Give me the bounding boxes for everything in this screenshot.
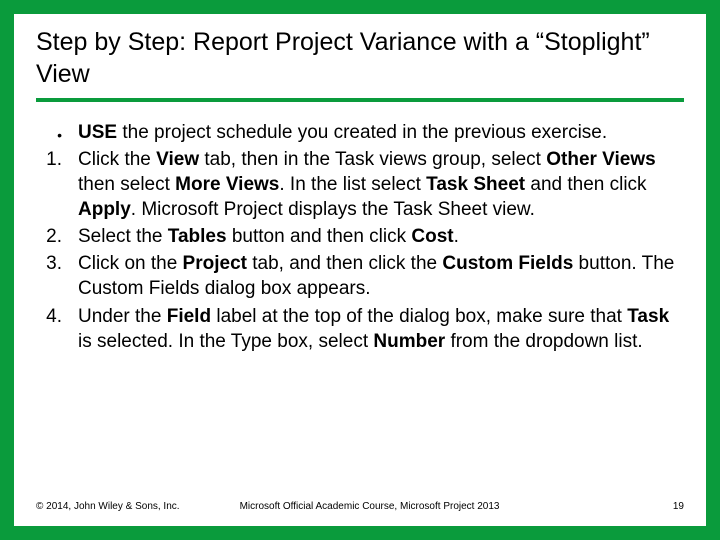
number-marker: 4. (36, 304, 62, 354)
slide-body: • USE the project schedule you created i… (36, 102, 684, 493)
bullet-marker: • (36, 120, 62, 145)
footer-course: Microsoft Official Academic Course, Micr… (240, 501, 673, 512)
number-marker: 1. (36, 147, 62, 222)
number-marker: 3. (36, 251, 62, 301)
list-item-text: Select the Tables button and then click … (62, 224, 684, 249)
slide-footer: © 2014, John Wiley & Sons, Inc. Microsof… (36, 493, 684, 516)
list-item-text: Under the Field label at the top of the … (62, 304, 684, 354)
footer-page-number: 19 (673, 501, 684, 512)
list-item-text: USE the project schedule you created in … (62, 120, 684, 145)
list-item: • USE the project schedule you created i… (36, 120, 684, 145)
list-item: 4. Under the Field label at the top of t… (36, 304, 684, 354)
list-item: 3. Click on the Project tab, and then cl… (36, 251, 684, 301)
list-item-text: Click on the Project tab, and then click… (62, 251, 684, 301)
list-item: 2. Select the Tables button and then cli… (36, 224, 684, 249)
slide-container: Step by Step: Report Project Variance wi… (14, 14, 706, 526)
list-item-text: Click the View tab, then in the Task vie… (62, 147, 684, 222)
slide-title: Step by Step: Report Project Variance wi… (36, 26, 684, 102)
footer-copyright: © 2014, John Wiley & Sons, Inc. (36, 501, 240, 512)
number-marker: 2. (36, 224, 62, 249)
list-item: 1. Click the View tab, then in the Task … (36, 147, 684, 222)
